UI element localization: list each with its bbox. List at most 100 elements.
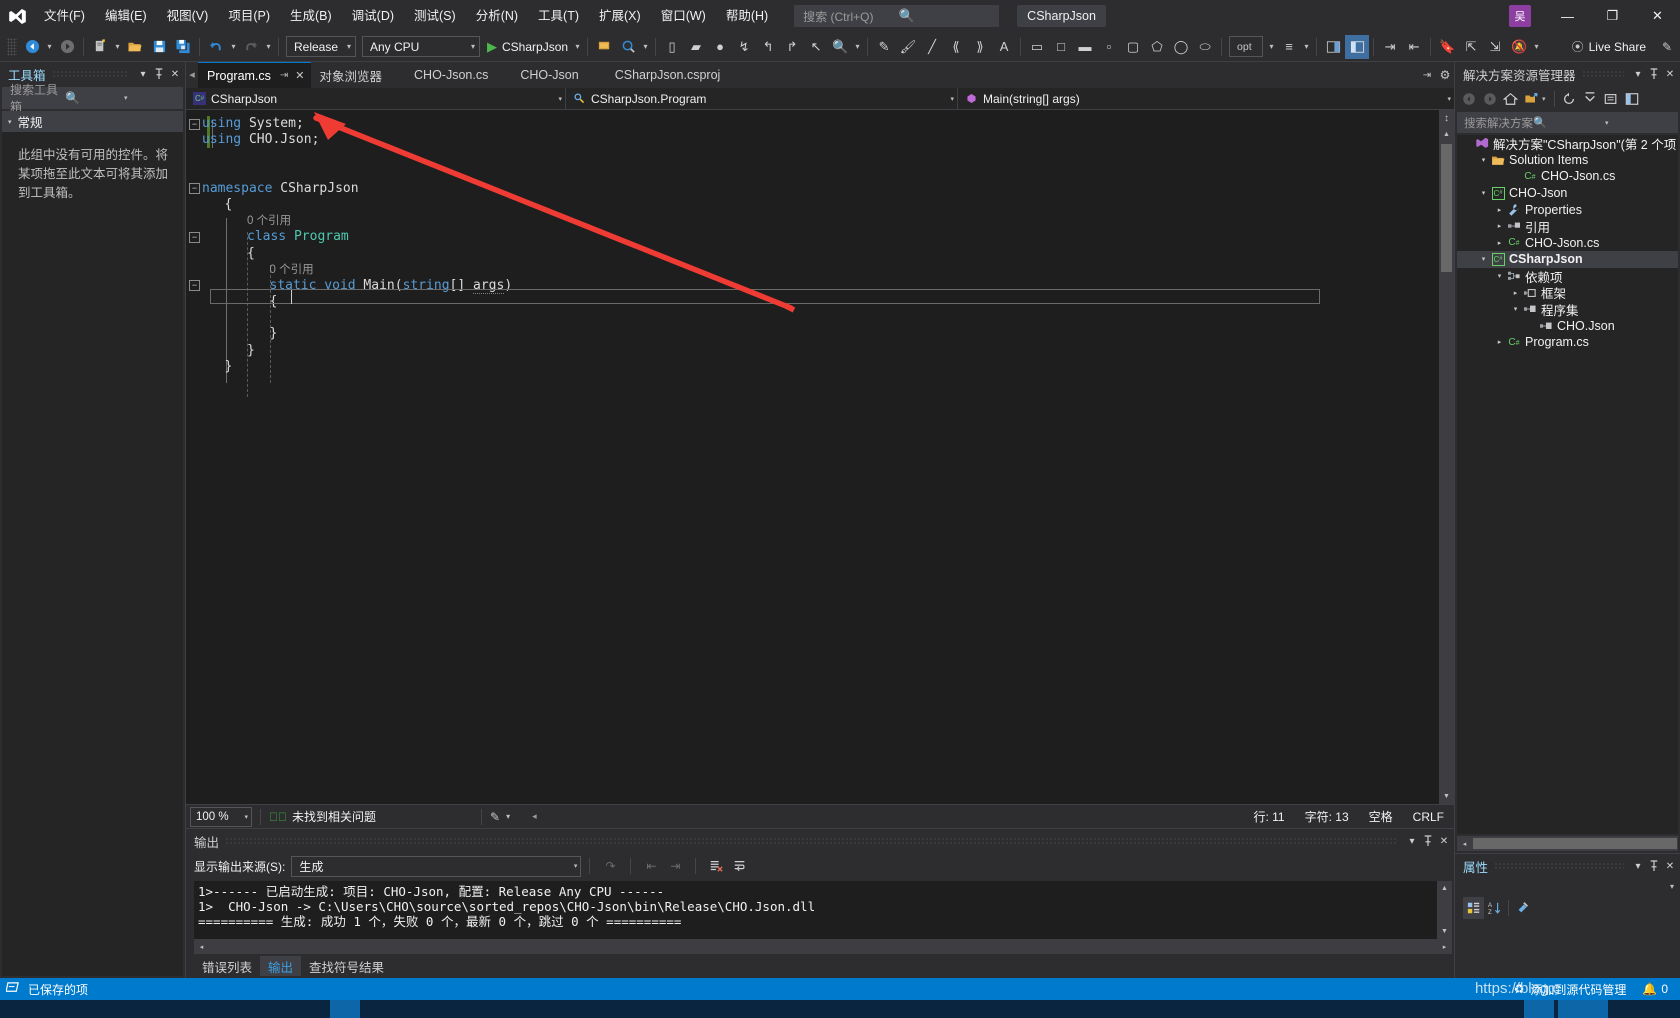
- tree-item[interactable]: ▸ 解决方案"CSharpJson"(第 2 个项目，: [1457, 135, 1678, 152]
- tab-output[interactable]: 输出: [260, 956, 302, 976]
- tab-cho-json[interactable]: CHO-Json: [494, 62, 584, 88]
- save-icon[interactable]: [147, 35, 171, 59]
- close-button[interactable]: ✕: [1635, 0, 1680, 32]
- start-debug-button[interactable]: ▶ CSharpJson: [483, 35, 572, 59]
- code-line[interactable]: [186, 165, 512, 181]
- code-line[interactable]: − using System;: [186, 116, 512, 132]
- clear-bookmarks-icon[interactable]: 🔕: [1507, 35, 1531, 59]
- code-line[interactable]: {: [186, 246, 512, 262]
- rounded-rect-icon[interactable]: ▢: [1121, 35, 1145, 59]
- word-wrap-icon[interactable]: [728, 854, 752, 878]
- menu-test[interactable]: 测试(S): [404, 0, 466, 32]
- solution-explorer-pin-button[interactable]: [1646, 64, 1662, 84]
- toolbar-overflow-button[interactable]: ▾: [1531, 35, 1542, 59]
- menu-file[interactable]: 文件(F): [34, 0, 95, 32]
- output-menu-button[interactable]: ▾: [1404, 831, 1420, 851]
- output-vertical-scrollbar[interactable]: ▲ ▼: [1437, 881, 1452, 939]
- bar-shape-icon[interactable]: ▬: [1073, 35, 1097, 59]
- expander-open-icon[interactable]: ▾: [1509, 305, 1522, 313]
- property-pages-icon[interactable]: [1512, 897, 1533, 919]
- toolbox-group-general[interactable]: ▾ 常规: [2, 111, 183, 132]
- increase-indent-icon[interactable]: ⇥: [1378, 35, 1402, 59]
- expander-closed-icon[interactable]: ▸: [1493, 338, 1506, 346]
- taskbar-item[interactable]: [1558, 1000, 1608, 1018]
- chevron-down-icon[interactable]: ▾: [1542, 95, 1551, 103]
- toolbox-close-button[interactable]: ✕: [167, 64, 183, 84]
- prev-bookmark-icon[interactable]: ⇱: [1459, 35, 1483, 59]
- pointer-icon[interactable]: ↖: [804, 35, 828, 59]
- tab-object-browser[interactable]: 对象浏览器: [311, 62, 389, 88]
- expander-open-icon[interactable]: ▾: [1477, 189, 1490, 197]
- code-line[interactable]: }: [186, 326, 512, 342]
- tab-csharpjson-csproj[interactable]: CSharpJson.csproj: [585, 62, 727, 88]
- tree-item[interactable]: ▸ CHO.Json: [1457, 318, 1678, 335]
- codelens-reference-count[interactable]: 0 个引用: [247, 215, 291, 227]
- expander-closed-icon[interactable]: ▸: [1493, 239, 1506, 247]
- navigate-back-icon[interactable]: [20, 35, 44, 59]
- status-scroll-left[interactable]: ◂: [532, 811, 537, 822]
- menu-tools[interactable]: 工具(T): [528, 0, 589, 32]
- code-line[interactable]: {: [186, 197, 512, 213]
- solution-explorer-horizontal-scrollbar[interactable]: ◂: [1457, 836, 1678, 851]
- attach-process-icon[interactable]: [592, 35, 616, 59]
- properties-window-toggle-icon[interactable]: [1345, 34, 1370, 59]
- code-line[interactable]: }: [186, 343, 512, 359]
- toolbox-menu-button[interactable]: ▾: [135, 64, 151, 84]
- tree-item[interactable]: ▾ Solution Items: [1457, 152, 1678, 169]
- next-bookmark-icon[interactable]: ⇲: [1483, 35, 1507, 59]
- tree-item[interactable]: ▾ C # CHO-Json: [1457, 185, 1678, 202]
- tree-item[interactable]: ▸ C# Program.cs: [1457, 334, 1678, 351]
- step-out-icon[interactable]: ↱: [780, 35, 804, 59]
- toolbox-search-input[interactable]: 搜索工具箱 🔍 ▾: [2, 83, 183, 114]
- text-tool-icon[interactable]: A: [992, 35, 1016, 59]
- navbar-member-combo[interactable]: Main(string[] args) ▾: [958, 88, 1454, 109]
- navigate-forward-icon[interactable]: [55, 35, 79, 59]
- save-all-icon[interactable]: [171, 35, 195, 59]
- fold-gutter[interactable]: −: [186, 183, 202, 195]
- pencil-status-button[interactable]: ✎ ▾: [490, 810, 510, 824]
- expander-closed-icon[interactable]: ▸: [1493, 222, 1506, 230]
- prev-message-icon[interactable]: ⇤: [639, 854, 663, 878]
- ellipse-shape-icon[interactable]: ⬭: [1193, 35, 1217, 59]
- menu-project[interactable]: 项目(P): [218, 0, 280, 32]
- scroll-down-button[interactable]: ▼: [1437, 924, 1452, 939]
- maximize-button[interactable]: ❐: [1590, 0, 1635, 32]
- zoom-level-combo[interactable]: 100 % ▾: [190, 806, 252, 827]
- tab-find-symbol-results[interactable]: 查找符号结果: [301, 956, 392, 976]
- solution-explorer-toggle-icon[interactable]: [1321, 35, 1345, 59]
- code-editor[interactable]: − using System; using CHO.Json; − namespace …: [186, 110, 1439, 804]
- undo-dropdown[interactable]: ▾: [228, 35, 239, 59]
- properties-close-button[interactable]: ✕: [1662, 856, 1678, 876]
- scrollbar-thumb[interactable]: [1441, 144, 1452, 272]
- optimization-combo[interactable]: opt: [1229, 36, 1264, 57]
- new-project-icon[interactable]: [88, 35, 112, 59]
- pencil-tool-icon[interactable]: ✎: [872, 35, 896, 59]
- scroll-up-button[interactable]: ▲: [1439, 127, 1454, 142]
- collapse-icon[interactable]: −: [189, 118, 200, 130]
- tabstrip-settings-icon[interactable]: ⚙: [1436, 62, 1454, 88]
- solution-explorer-menu-button[interactable]: ▾: [1630, 64, 1646, 84]
- redo-icon[interactable]: [239, 35, 263, 59]
- toolbox-drag-handle[interactable]: [51, 70, 129, 78]
- properties-grid[interactable]: [1455, 921, 1680, 978]
- tab-close-icon[interactable]: ✕: [295, 69, 304, 82]
- menu-analyze[interactable]: 分析(N): [466, 0, 528, 32]
- output-pin-button[interactable]: [1420, 831, 1436, 851]
- tree-item[interactable]: ▸ 引用: [1457, 218, 1678, 235]
- show-all-files-icon[interactable]: [1600, 88, 1621, 110]
- sync-with-active-doc-icon[interactable]: [1521, 88, 1542, 110]
- optimization-dropdown[interactable]: ▾: [1266, 35, 1277, 59]
- editor-vertical-scrollbar[interactable]: ↕ ▲ ▼: [1439, 110, 1454, 804]
- fold-gutter[interactable]: −: [186, 231, 202, 243]
- rectangle-shape-icon[interactable]: ▭: [1025, 35, 1049, 59]
- fold-gutter[interactable]: −: [186, 280, 202, 292]
- code-line[interactable]: − namespace CSharpJson: [186, 181, 512, 197]
- output-drag-handle[interactable]: [225, 837, 1398, 845]
- scroll-left-button[interactable]: ◂: [1457, 840, 1472, 848]
- quick-launch-search-input[interactable]: 搜索 (Ctrl+Q) 🔍: [794, 5, 1000, 27]
- avatar[interactable]: 吴: [1509, 5, 1531, 27]
- codelens-reference-count[interactable]: 0 个引用: [270, 264, 314, 276]
- scroll-left-button[interactable]: ◂: [194, 943, 209, 951]
- categorized-icon[interactable]: [1463, 897, 1484, 919]
- solution-platform-combo[interactable]: Any CPU ▾: [362, 36, 480, 57]
